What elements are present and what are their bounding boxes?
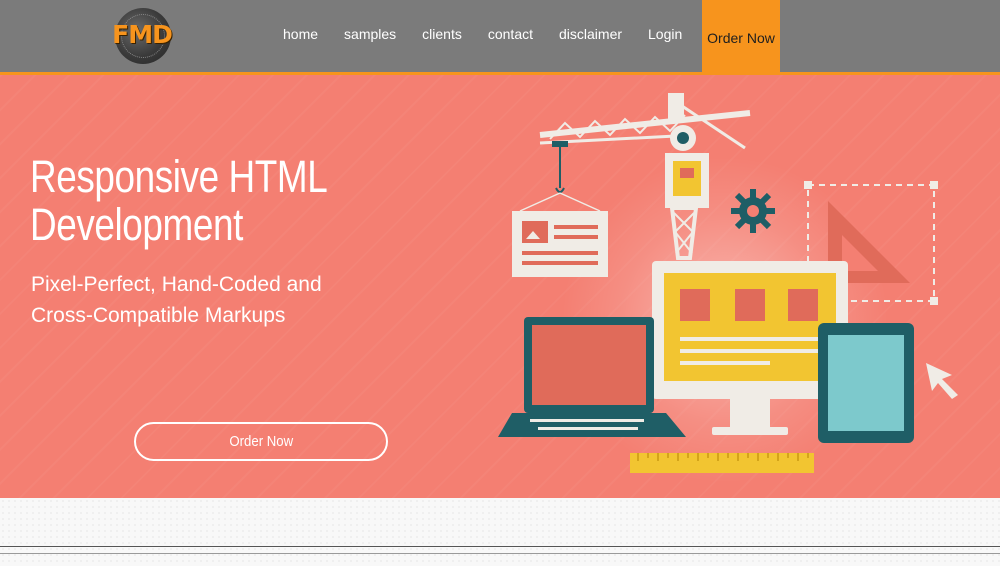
nav-order-now-button[interactable]: Order Now — [702, 0, 780, 75]
hero-order-now-button[interactable]: Order Now — [134, 422, 388, 461]
hero-order-now-label: Order Now — [229, 433, 293, 450]
cursor-icon — [926, 363, 958, 399]
main-nav: home samples clients contact disclaimer … — [270, 0, 695, 72]
ruler-icon — [630, 453, 814, 473]
logo-text: FMD — [112, 20, 173, 49]
divider-line — [0, 546, 1000, 547]
web-development-illustration — [498, 93, 958, 473]
nav-login[interactable]: Login — [648, 0, 682, 72]
tablet-icon — [818, 323, 914, 443]
hero-subtitle-line-1: Pixel-Perfect, Hand-Coded and — [31, 273, 322, 296]
hero-title-line-2: Development — [30, 199, 243, 250]
fmd-logo[interactable]: FMD — [104, 8, 180, 64]
hero-banner: Responsive HTML Development Pixel-Perfec… — [0, 75, 1000, 498]
content-section — [0, 498, 1000, 566]
gear-icon — [731, 189, 775, 233]
nav-clients[interactable]: clients — [422, 0, 462, 72]
site-header: FMD home samples clients contact disclai… — [0, 0, 1000, 75]
nav-contact[interactable]: contact — [488, 0, 533, 72]
nav-home[interactable]: home — [283, 0, 318, 72]
hero-subtitle: Pixel-Perfect, Hand-Coded and Cross-Comp… — [31, 269, 451, 331]
divider-line-secondary — [0, 553, 1000, 554]
nav-disclaimer[interactable]: disclaimer — [559, 0, 622, 72]
hero-title-line-1: Responsive HTML — [30, 151, 328, 202]
hero-subtitle-line-2: Cross-Compatible Markups — [31, 304, 286, 327]
hanging-layout-panel — [512, 211, 608, 277]
nav-samples[interactable]: samples — [344, 0, 396, 72]
hero-title: Responsive HTML Development — [30, 153, 374, 249]
